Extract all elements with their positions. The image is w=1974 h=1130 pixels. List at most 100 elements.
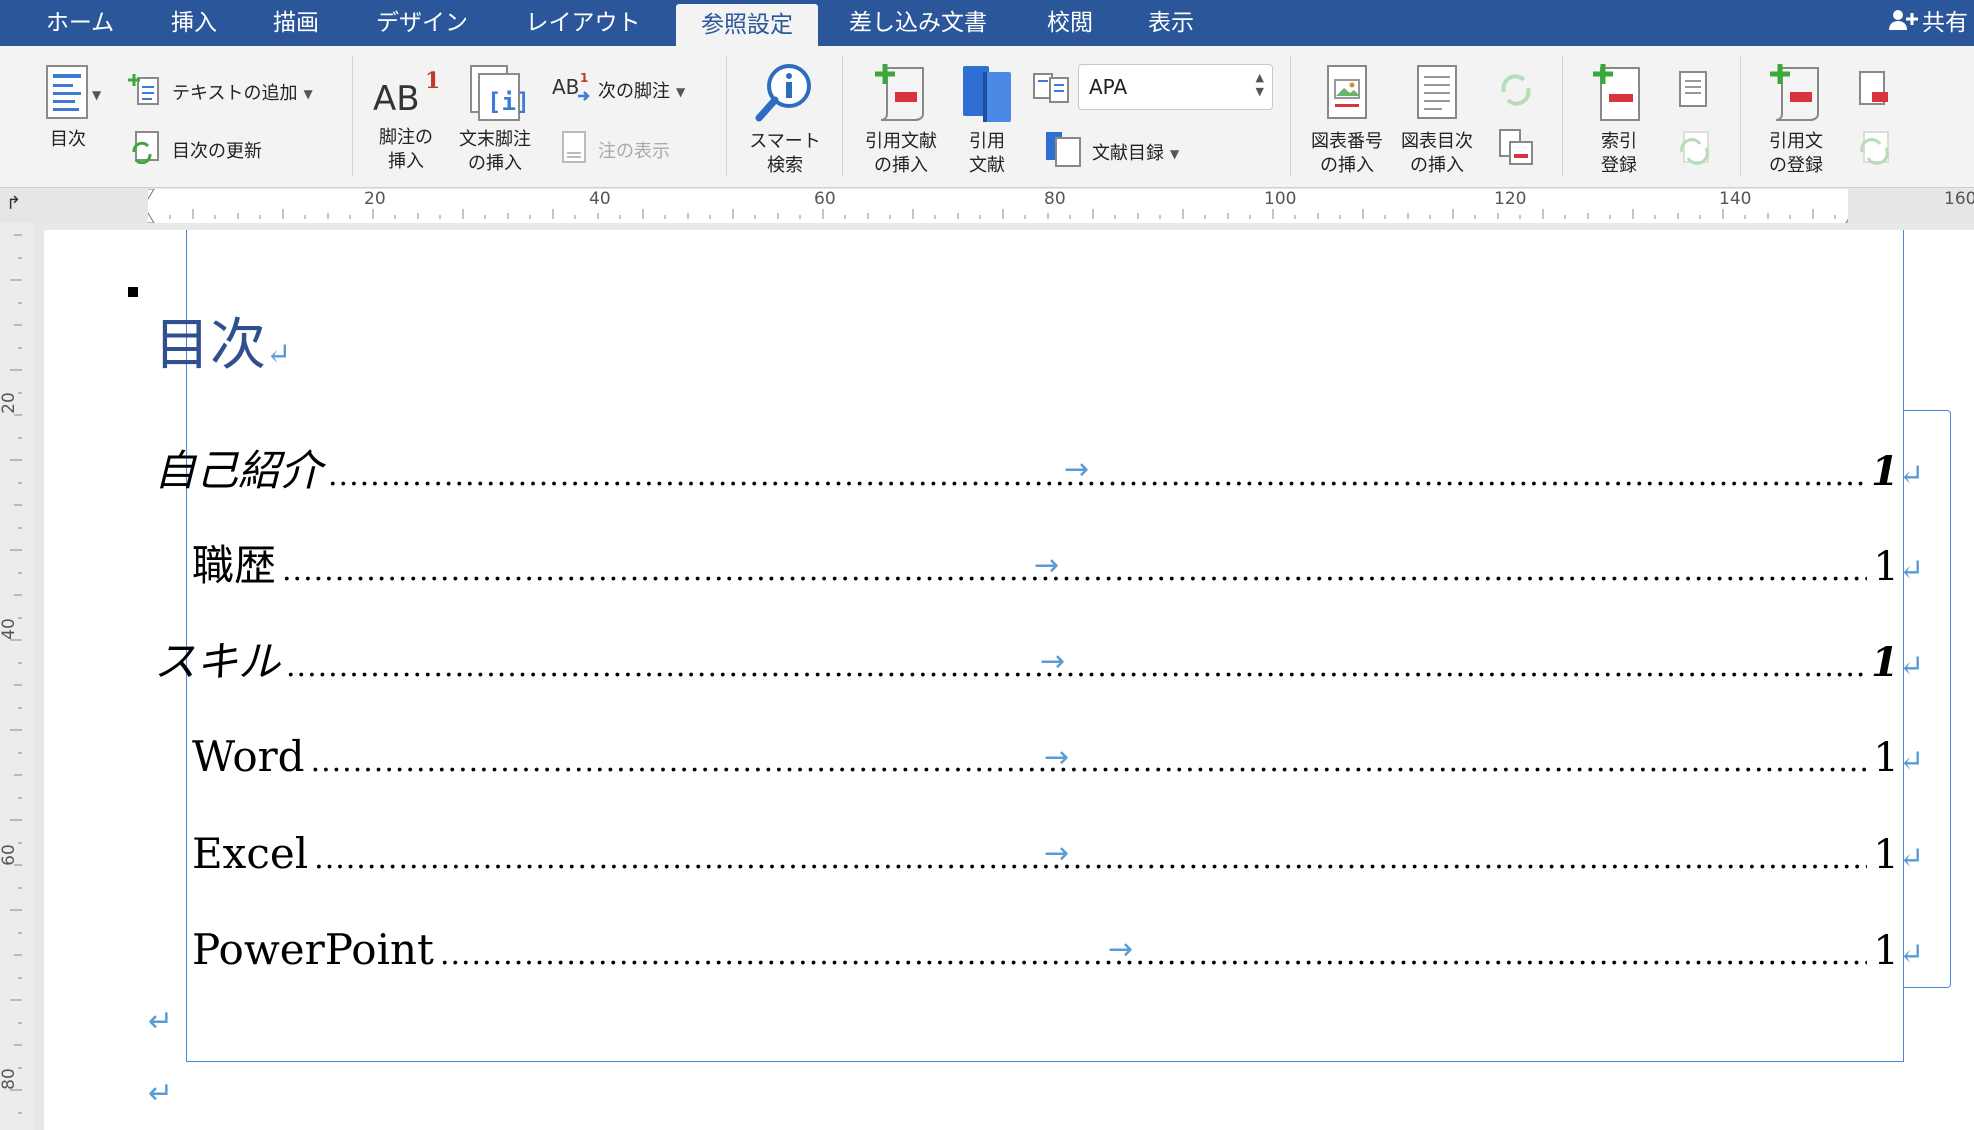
insert-table-of-figures-button[interactable]: 図表目次 の挿入	[1394, 64, 1480, 178]
smart-lookup-button[interactable]: スマート 検索	[740, 62, 830, 178]
ruler-number: 80	[0, 1068, 19, 1090]
smart-lookup-label-1: スマート	[749, 131, 821, 152]
bibliography-button[interactable]: 文献目録 ▼	[1044, 130, 1179, 178]
mark-citation-label-1: 引用文	[1769, 131, 1823, 152]
mark-citation-button[interactable]: 引用文 の登録	[1752, 62, 1840, 178]
tab-view[interactable]: 表示	[1128, 0, 1214, 46]
insert-index-icon[interactable]	[1676, 70, 1712, 114]
ruler-number: 140	[1719, 189, 1752, 209]
toc-entry-page: 1	[1873, 832, 1899, 878]
ruler-number: 20	[364, 189, 386, 209]
svg-text:1: 1	[425, 68, 440, 94]
next-footnote-dropdown-icon: ▼	[676, 85, 686, 99]
smart-lookup-icon	[755, 64, 811, 122]
toc-entry[interactable]: PowerPoint .............................…	[192, 920, 1924, 980]
insert-table-of-authorities-icon[interactable]	[1856, 70, 1892, 114]
toc-heading[interactable]: 目次↵	[154, 300, 291, 381]
tab-references[interactable]: 参照設定	[676, 4, 818, 46]
toc-entry-page: 1	[1871, 639, 1899, 686]
update-toc-button[interactable]: 目次の更新	[128, 130, 262, 174]
paragraph-mark: ↵	[148, 1004, 174, 1039]
update-toc-label: 目次の更新	[172, 141, 262, 162]
tab-home[interactable]: ホーム	[28, 0, 132, 46]
cross-reference-icon[interactable]	[1496, 128, 1536, 172]
paragraph-mark: ↵	[1898, 841, 1924, 876]
next-footnote-button[interactable]: AB 1 次の脚注 ▼	[552, 71, 686, 112]
paragraph-mark: ↵	[1898, 458, 1924, 493]
tab-insert[interactable]: 挿入	[150, 0, 238, 46]
toc-dropdown-icon[interactable]: ▼	[92, 88, 101, 102]
ribbon-separator	[726, 56, 727, 176]
update-table-of-authorities-icon[interactable]	[1856, 128, 1896, 172]
bibliography-dropdown-icon: ▼	[1170, 147, 1180, 161]
document-page[interactable]: 目次↵ 自己紹介 ...............................…	[44, 230, 1974, 1130]
toc-button[interactable]: 目次	[26, 64, 110, 152]
ruler-track	[148, 189, 1848, 223]
mark-entry-icon	[1593, 64, 1640, 121]
tab-arrow-mark: →	[1034, 548, 1060, 583]
horizontal-ruler[interactable]: ↱ 20 40 60 80 100 120 140 160	[0, 189, 1974, 223]
toc-entry[interactable]: スキル ....................................…	[154, 632, 1924, 692]
insert-footnote-button[interactable]: AB 1 脚注の 挿入	[368, 66, 444, 174]
toc-entry-page: 1	[1873, 735, 1899, 781]
insert-citation-button[interactable]: 引用文献 の挿入	[854, 62, 948, 178]
endnote-icon: [i]	[470, 65, 525, 121]
ruler-number: 100	[1264, 189, 1297, 209]
update-table-icon[interactable]	[1496, 70, 1536, 114]
insert-caption-label-1: 図表番号	[1311, 131, 1383, 152]
paragraph-mark: ↵	[1898, 744, 1924, 779]
toc-icon	[46, 65, 88, 119]
share-button[interactable]: 共有	[1888, 0, 1968, 46]
ribbon-separator	[1562, 56, 1563, 176]
mark-citation-icon	[1770, 64, 1819, 121]
show-notes-icon	[560, 130, 588, 174]
manage-sources-icon[interactable]	[1032, 70, 1072, 108]
citation-style-value: APA	[1089, 75, 1128, 99]
insert-tof-label-1: 図表目次	[1401, 131, 1473, 152]
show-notes-button[interactable]: 注の表示	[560, 130, 670, 174]
tab-design[interactable]: デザイン	[362, 0, 482, 46]
update-index-icon[interactable]	[1676, 128, 1716, 172]
mark-entry-button[interactable]: 索引 登録	[1578, 62, 1660, 178]
tab-selector-icon[interactable]: ↱	[6, 193, 21, 214]
ruler-number: 40	[0, 618, 19, 640]
svg-text:1: 1	[580, 72, 588, 85]
next-footnote-label: 次の脚注	[598, 81, 670, 102]
insert-footnote-label-2: 挿入	[388, 151, 424, 172]
paragraph-mark: ↵	[1898, 649, 1924, 684]
add-text-dropdown-icon: ▼	[303, 87, 313, 101]
svg-text:AB: AB	[552, 75, 579, 99]
tab-layout[interactable]: レイアウト	[508, 0, 658, 46]
mark-citation-label-2: の登録	[1769, 155, 1823, 176]
tab-review[interactable]: 校閲	[1020, 0, 1120, 46]
mark-entry-label-1: 索引	[1601, 131, 1637, 152]
table-of-figures-icon	[1417, 65, 1457, 119]
insert-caption-button[interactable]: 図表番号 の挿入	[1304, 64, 1390, 178]
citation-style-select[interactable]: APA ▲ ▼	[1078, 64, 1273, 110]
tab-mailings[interactable]: 差し込み文書	[838, 0, 998, 46]
vertical-ruler-ticks	[10, 234, 22, 1114]
toc-leader-dots: ........................................…	[328, 458, 1866, 493]
tab-arrow-mark: →	[1040, 644, 1066, 679]
ribbon-separator	[1740, 56, 1741, 176]
vertical-ruler[interactable]: 20 40 60 80	[0, 223, 34, 1130]
toc-entry-text: スキル	[154, 637, 281, 686]
paragraph-mark: ↵	[148, 1076, 174, 1111]
citations-button[interactable]: 引用 文献	[952, 62, 1022, 178]
ribbon: 目次 ▼ テキストの追加 ▼ 目次の更新 AB 1 脚注の 挿入 [i] 文末脚注…	[0, 46, 1974, 188]
ruler-number: 20	[0, 392, 19, 414]
toc-entry-text: 職歴	[192, 541, 277, 590]
insert-endnote-button[interactable]: [i] 文末脚注 の挿入	[452, 64, 538, 176]
citations-label-1: 引用	[969, 131, 1005, 152]
insert-endnote-label-1: 文末脚注	[459, 129, 531, 150]
bibliography-icon	[1044, 130, 1082, 178]
insert-tof-label-2: の挿入	[1410, 155, 1464, 176]
ribbon-tab-bar: ホーム 挿入 描画 デザイン レイアウト 参照設定 差し込み文書 校閲 表示 共…	[0, 0, 1974, 46]
add-text-button[interactable]: テキストの追加 ▼	[128, 72, 313, 116]
insert-footnote-label-1: 脚注の	[379, 127, 433, 148]
toc-entry-page: 1	[1873, 928, 1899, 974]
toc-entry[interactable]: 自己紹介 ...................................…	[154, 441, 1924, 501]
ruler-number: 80	[1044, 189, 1066, 209]
tab-draw[interactable]: 描画	[252, 0, 340, 46]
toc-leader-dots: ........................................…	[439, 937, 1867, 972]
